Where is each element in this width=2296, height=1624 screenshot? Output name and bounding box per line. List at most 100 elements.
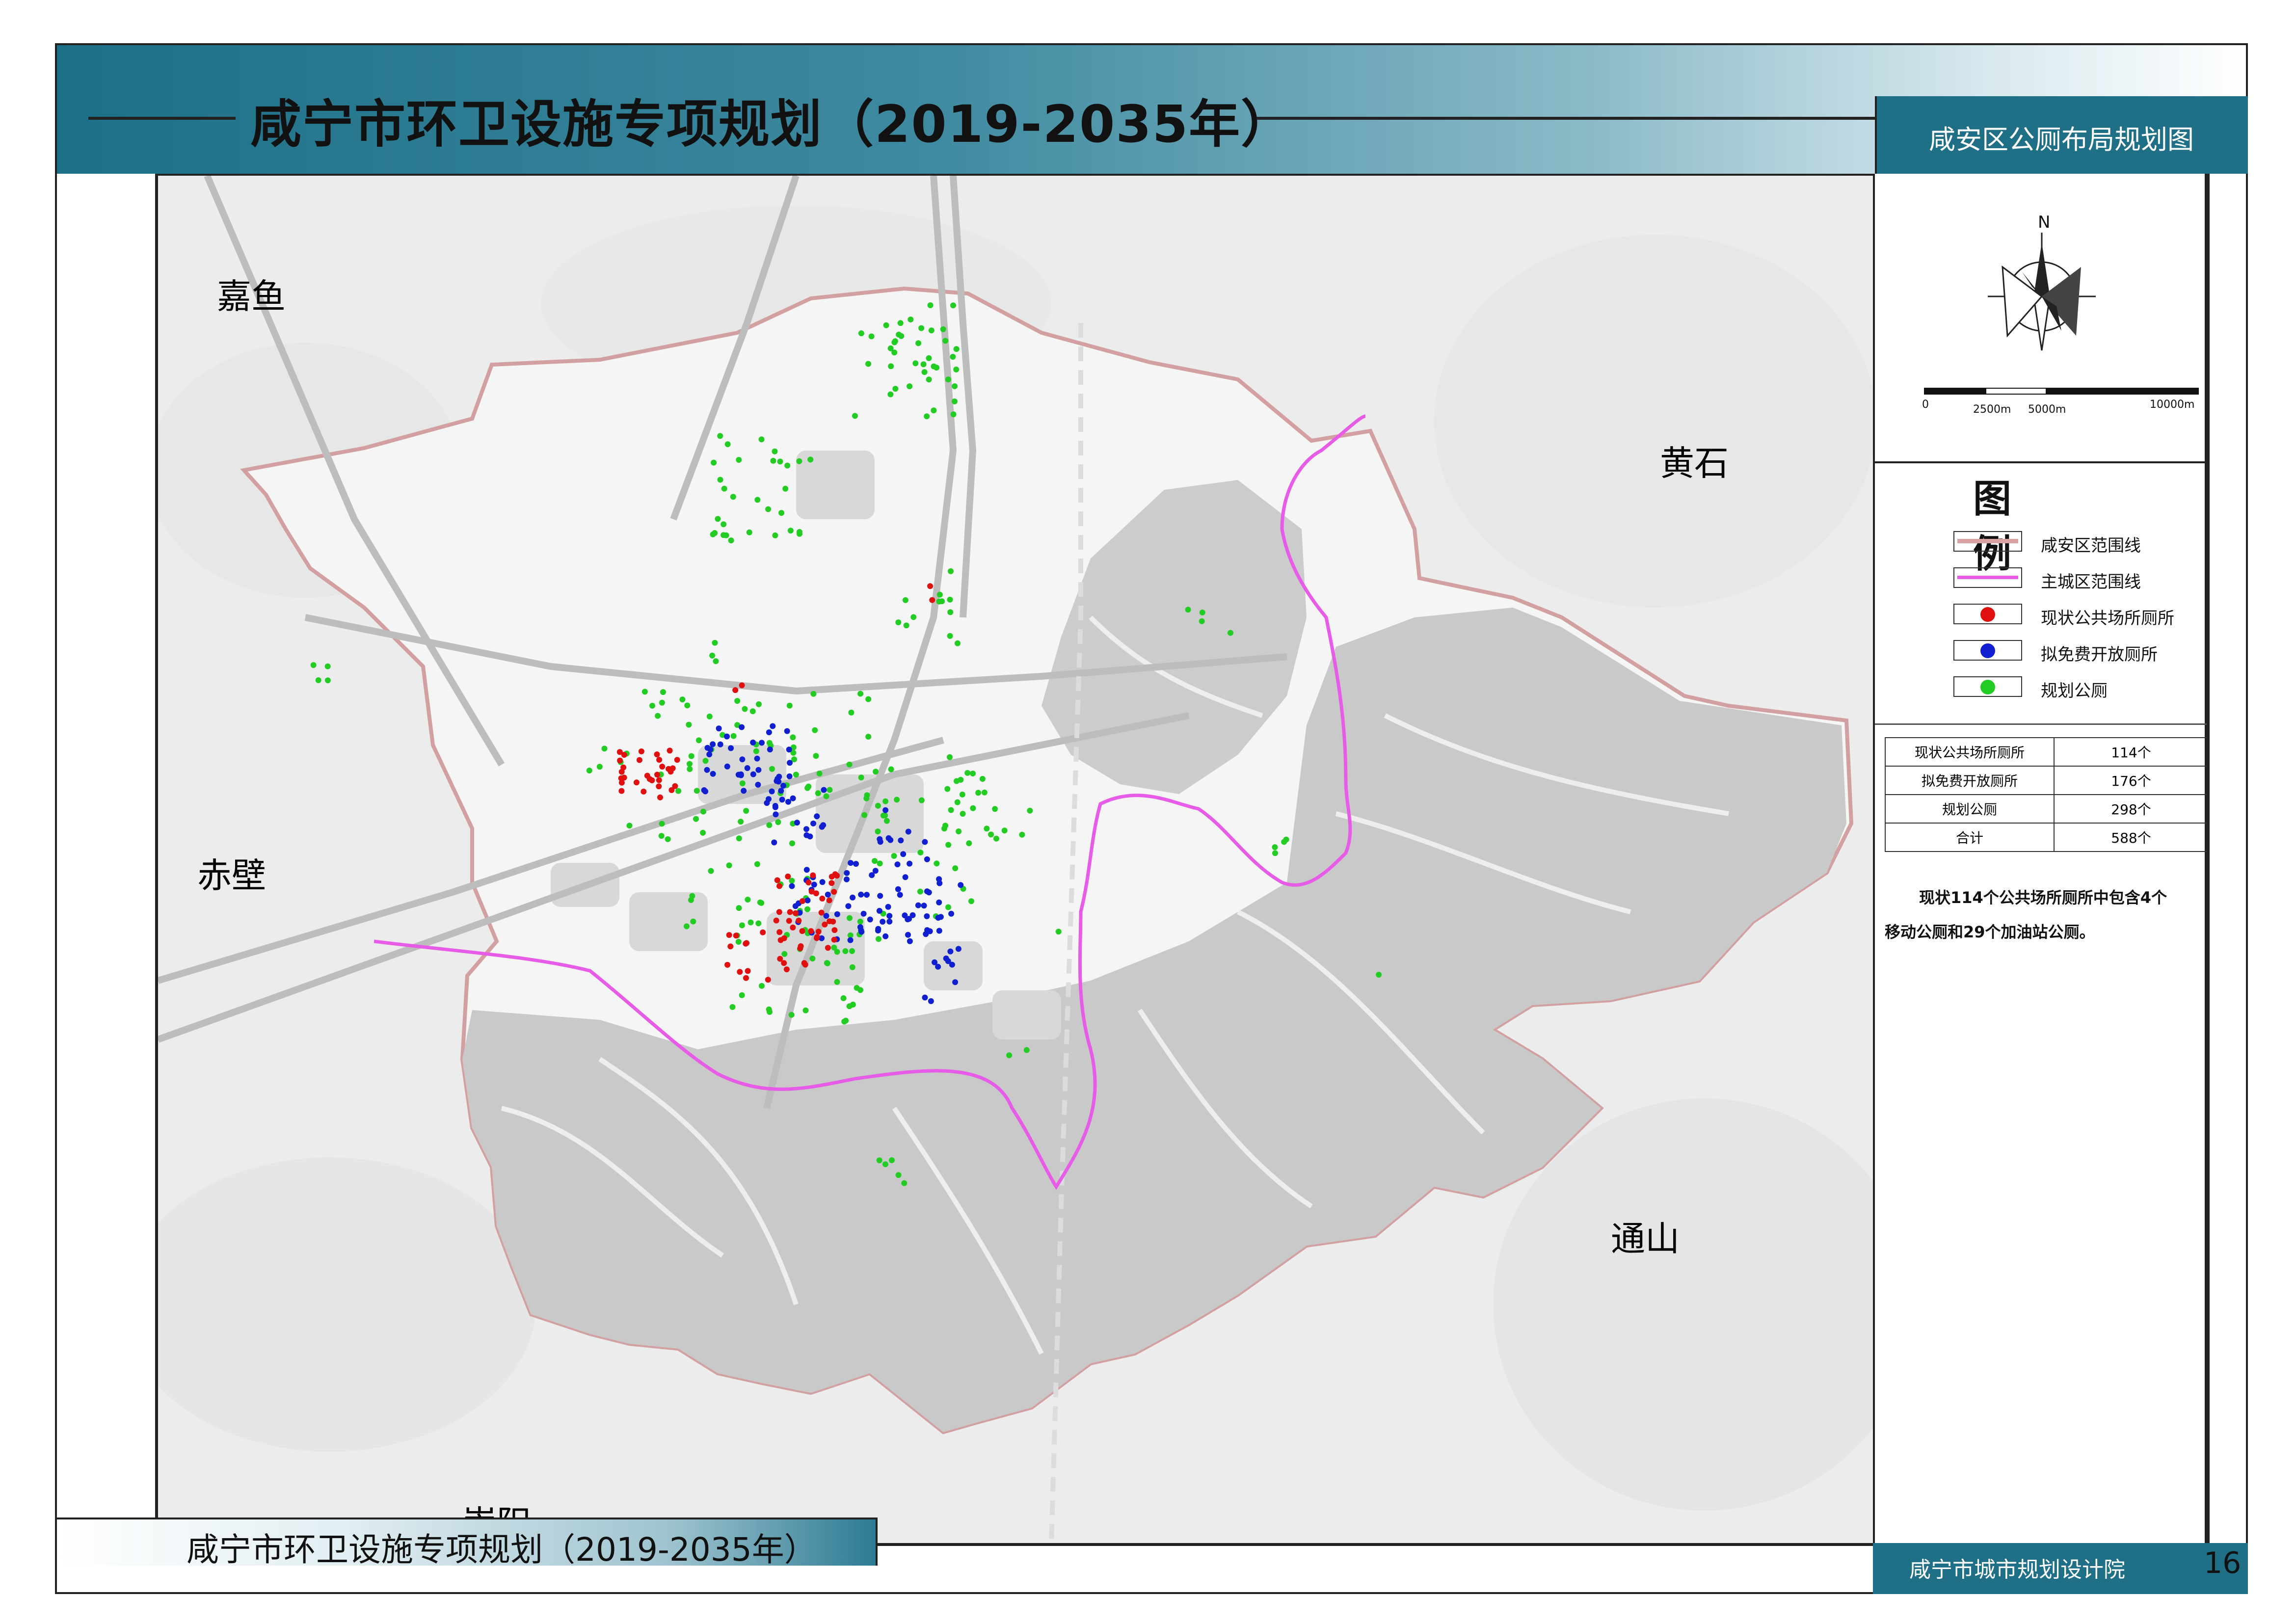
note-line-1: 现状114个公共场所厕所中包含4个 [1919,888,2167,907]
toilet-marker [665,836,671,842]
toilet-marker [1027,807,1033,814]
toilet-marker [755,767,762,773]
toilet-marker [927,583,934,589]
legend-label-district: 咸安区范围线 [2041,536,2141,556]
toilet-marker [310,662,317,668]
toilet-marker [824,960,830,966]
toilet-marker [810,872,816,879]
toilet-marker [955,946,961,952]
toilet-marker [706,751,713,758]
toilet-marker [776,909,782,915]
toilet-marker [844,876,850,882]
toilet-marker [907,383,913,390]
toilet-marker [729,1004,736,1010]
toilet-marker [828,880,835,886]
toilet-marker [754,861,760,867]
toilet-marker [804,897,811,904]
toilet-marker [773,917,779,924]
toilet-marker [867,916,873,923]
toilet-marker [616,749,623,755]
toilet-marker [810,691,817,697]
toilet-marker [687,761,693,767]
toilet-marker [324,677,331,684]
scale-label-2500: 2500m [1973,403,2011,416]
toilet-marker [660,689,666,695]
toilet-marker [907,860,913,867]
toilet-marker [765,977,771,983]
toilet-marker [823,913,829,919]
toilet-marker [947,596,953,603]
toilet-marker [945,376,951,383]
toilet-marker [934,365,940,371]
toilet-marker [846,761,853,768]
toilet-marker [894,797,900,803]
toilet-marker [1019,831,1025,838]
toilet-marker [770,457,776,464]
toilet-marker [894,861,901,868]
toilet-marker [775,819,781,825]
toilet-marker [850,894,856,901]
toilet-marker [717,741,723,747]
toilet-marker [896,331,902,338]
toilet-marker [934,860,940,867]
toilet-marker [646,776,653,782]
toilet-marker [883,322,889,328]
toilet-marker [618,788,625,794]
toilet-marker [813,753,819,759]
toilet-marker [964,770,971,776]
toilet-marker [853,861,859,867]
toilet-marker [875,802,881,809]
toilet-marker [807,833,813,840]
toilet-marker [739,922,745,929]
toilet-marker [1228,630,1233,636]
toilet-marker [984,825,990,832]
toilet-marker [955,640,961,646]
toilet-marker [807,456,814,463]
toilet-marker [700,829,706,836]
toilet-marker [778,788,784,794]
toilet-marker [845,903,852,909]
toilet-marker [954,799,961,805]
toilet-marker [721,485,727,492]
toilet-marker [979,776,986,782]
toilet-marker [774,877,780,883]
toilet-marker [790,924,796,931]
toilet-marker [728,745,734,751]
toilet-marker [927,302,934,308]
stats-row: 拟免费开放厕所 176个 [1885,766,2209,795]
toilet-marker [757,899,763,905]
toilet-marker [804,906,810,912]
toilet-marker [767,746,773,753]
footer-title: 咸宁市环卫设施专项规划（2019-2035年） [187,1531,817,1569]
toilet-marker [769,766,775,772]
toilet-marker [868,333,875,340]
toilet-marker [781,951,788,957]
toilet-marker [981,789,988,796]
toilet-marker [959,791,965,798]
toilet-marker [732,687,739,693]
toilet-marker [781,935,787,941]
toilet-marker [730,733,737,739]
toilet-marker [1281,839,1287,845]
toilet-marker [861,812,868,818]
toilet-marker [865,361,871,367]
toilet-marker [655,713,661,719]
toilet-marker [764,800,770,806]
toilet-marker [771,839,777,846]
toilet-marker [858,891,864,898]
toilet-marker [882,933,889,939]
toilet-marker [848,709,854,716]
legend-swatch-district [1953,531,2022,552]
toilet-marker [736,457,742,463]
legend-swatch-existing [1953,604,2022,624]
toilet-marker [924,888,930,895]
toilet-marker [786,702,793,709]
toilet-marker [993,835,999,842]
toilet-marker [942,823,949,829]
title-rule-left [88,117,236,120]
toilet-marker [324,663,331,669]
toilet-marker [753,748,759,754]
toilet-marker [880,919,886,925]
toilet-marker [656,777,662,783]
toilet-marker [789,840,795,847]
